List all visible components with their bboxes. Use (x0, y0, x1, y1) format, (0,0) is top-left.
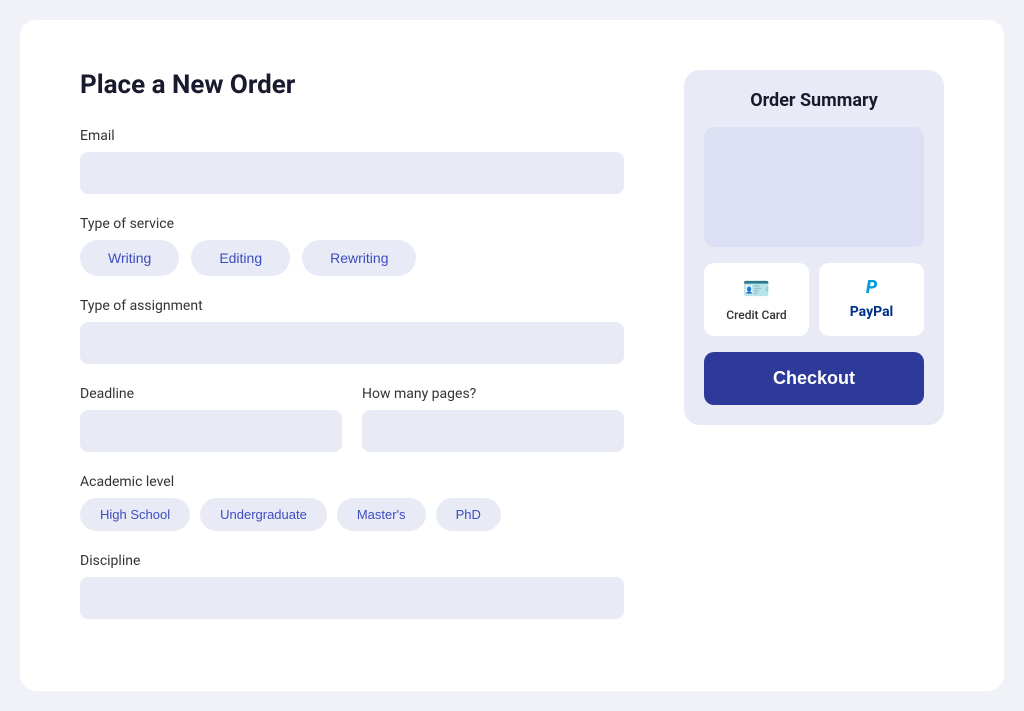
service-field-group: Type of service Writing Editing Rewritin… (80, 216, 624, 276)
service-buttons: Writing Editing Rewriting (80, 240, 624, 276)
service-writing-button[interactable]: Writing (80, 240, 179, 276)
assignment-field-group: Type of assignment (80, 298, 624, 364)
service-editing-button[interactable]: Editing (191, 240, 290, 276)
academic-undergraduate-button[interactable]: Undergraduate (200, 498, 327, 531)
service-rewriting-button[interactable]: Rewriting (302, 240, 416, 276)
credit-card-option[interactable]: 🪪 Credit Card (704, 263, 809, 336)
email-input[interactable] (80, 152, 624, 194)
form-section: Place a New Order Email Type of service … (80, 70, 624, 641)
payment-methods: 🪪 Credit Card P PayPal (704, 263, 924, 336)
summary-content-area (704, 127, 924, 247)
discipline-input[interactable] (80, 577, 624, 619)
pages-label: How many pages? (362, 386, 624, 402)
assignment-input[interactable] (80, 322, 624, 364)
academic-phd-button[interactable]: PhD (436, 498, 501, 531)
service-label: Type of service (80, 216, 624, 232)
academic-buttons: High School Undergraduate Master's PhD (80, 498, 624, 531)
deadline-field-group: Deadline (80, 386, 342, 452)
academic-masters-button[interactable]: Master's (337, 498, 426, 531)
order-summary-panel: Order Summary 🪪 Credit Card P PayPal Che… (684, 70, 944, 425)
assignment-label: Type of assignment (80, 298, 624, 314)
deadline-label: Deadline (80, 386, 342, 402)
email-field-group: Email (80, 128, 624, 194)
page-container: Place a New Order Email Type of service … (20, 20, 1004, 691)
academic-label: Academic level (80, 474, 624, 490)
academic-highschool-button[interactable]: High School (80, 498, 190, 531)
discipline-field-group: Discipline (80, 553, 624, 619)
deadline-pages-row: Deadline How many pages? (80, 386, 624, 474)
pages-field-group: How many pages? (362, 386, 624, 452)
academic-field-group: Academic level High School Undergraduate… (80, 474, 624, 531)
discipline-label: Discipline (80, 553, 624, 569)
paypal-label: PayPal (850, 304, 894, 320)
credit-card-label: Credit Card (726, 308, 786, 322)
email-label: Email (80, 128, 624, 144)
checkout-button[interactable]: Checkout (704, 352, 924, 405)
paypal-option[interactable]: P PayPal (819, 263, 924, 336)
page-title: Place a New Order (80, 70, 624, 100)
credit-card-icon: 🪪 (743, 277, 770, 302)
pages-input[interactable] (362, 410, 624, 452)
deadline-input[interactable] (80, 410, 342, 452)
paypal-icon: P (866, 277, 877, 298)
summary-title: Order Summary (704, 90, 924, 111)
